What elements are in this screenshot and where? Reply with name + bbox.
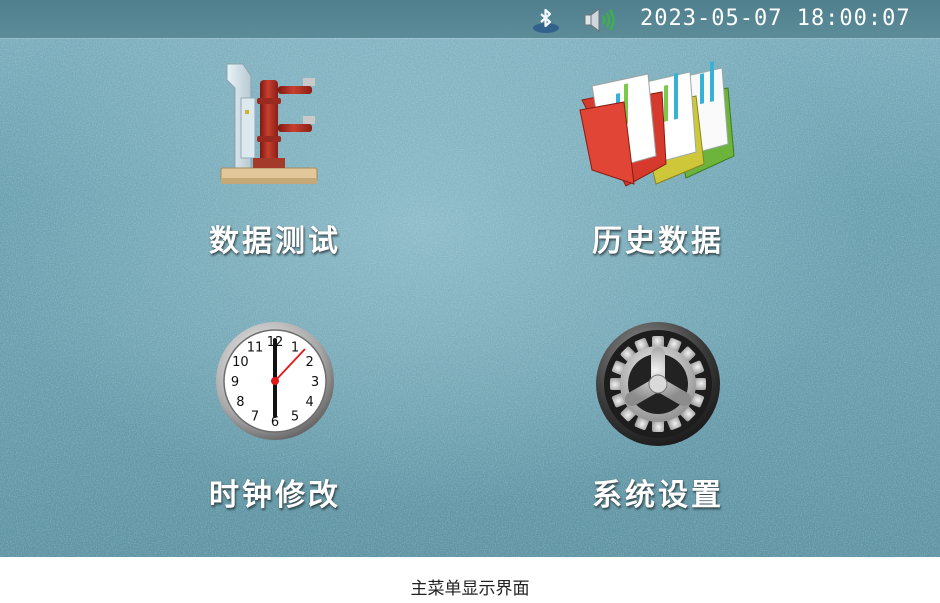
menu-label-system-settings: 系统设置 [592,478,724,513]
vacuum-circuit-breaker-icon [220,63,318,184]
menu-item-history-data[interactable]: 历史数据 [543,56,773,276]
clock-numeral: 5 [291,410,299,425]
menu-item-data-test[interactable]: 数据测试 [160,56,390,276]
speaker-volume-icon[interactable] [583,7,617,33]
folders-charts-icon [579,61,735,187]
menu-label-clock-edit: 时钟修改 [209,478,341,513]
clock-numeral: 8 [236,395,244,410]
gear-icon [596,322,720,446]
menu-label-data-test: 数据测试 [209,224,341,259]
menu-item-system-settings[interactable]: 系统设置 [543,320,773,540]
wall-clock-icon: 121234567891011 [216,322,334,440]
datetime-display: 2023-05-07 18:00:07 [640,6,911,31]
textured-background [0,0,940,557]
clock-numeral: 2 [305,355,313,370]
device-screen: 2023-05-07 18:00:07 数据测试 历史数据 1 2 3 4 5 … [0,0,940,557]
clock-numeral: 1 [291,340,299,355]
clock-numeral: 9 [231,375,239,390]
menu-label-history-data: 历史数据 [592,224,724,259]
bluetooth-icon[interactable] [531,6,561,34]
figure-caption: 主菜单显示界面 [410,579,530,599]
status-bar: 2023-05-07 18:00:07 [0,0,940,38]
menu-item-clock-edit[interactable]: 121234567891011 时钟修改 [160,320,390,540]
clock-numeral: 10 [232,355,249,370]
clock-numeral: 3 [311,375,319,390]
clock-numeral: 4 [305,395,313,410]
clock-numeral: 7 [251,410,259,425]
clock-numeral: 11 [247,340,264,355]
